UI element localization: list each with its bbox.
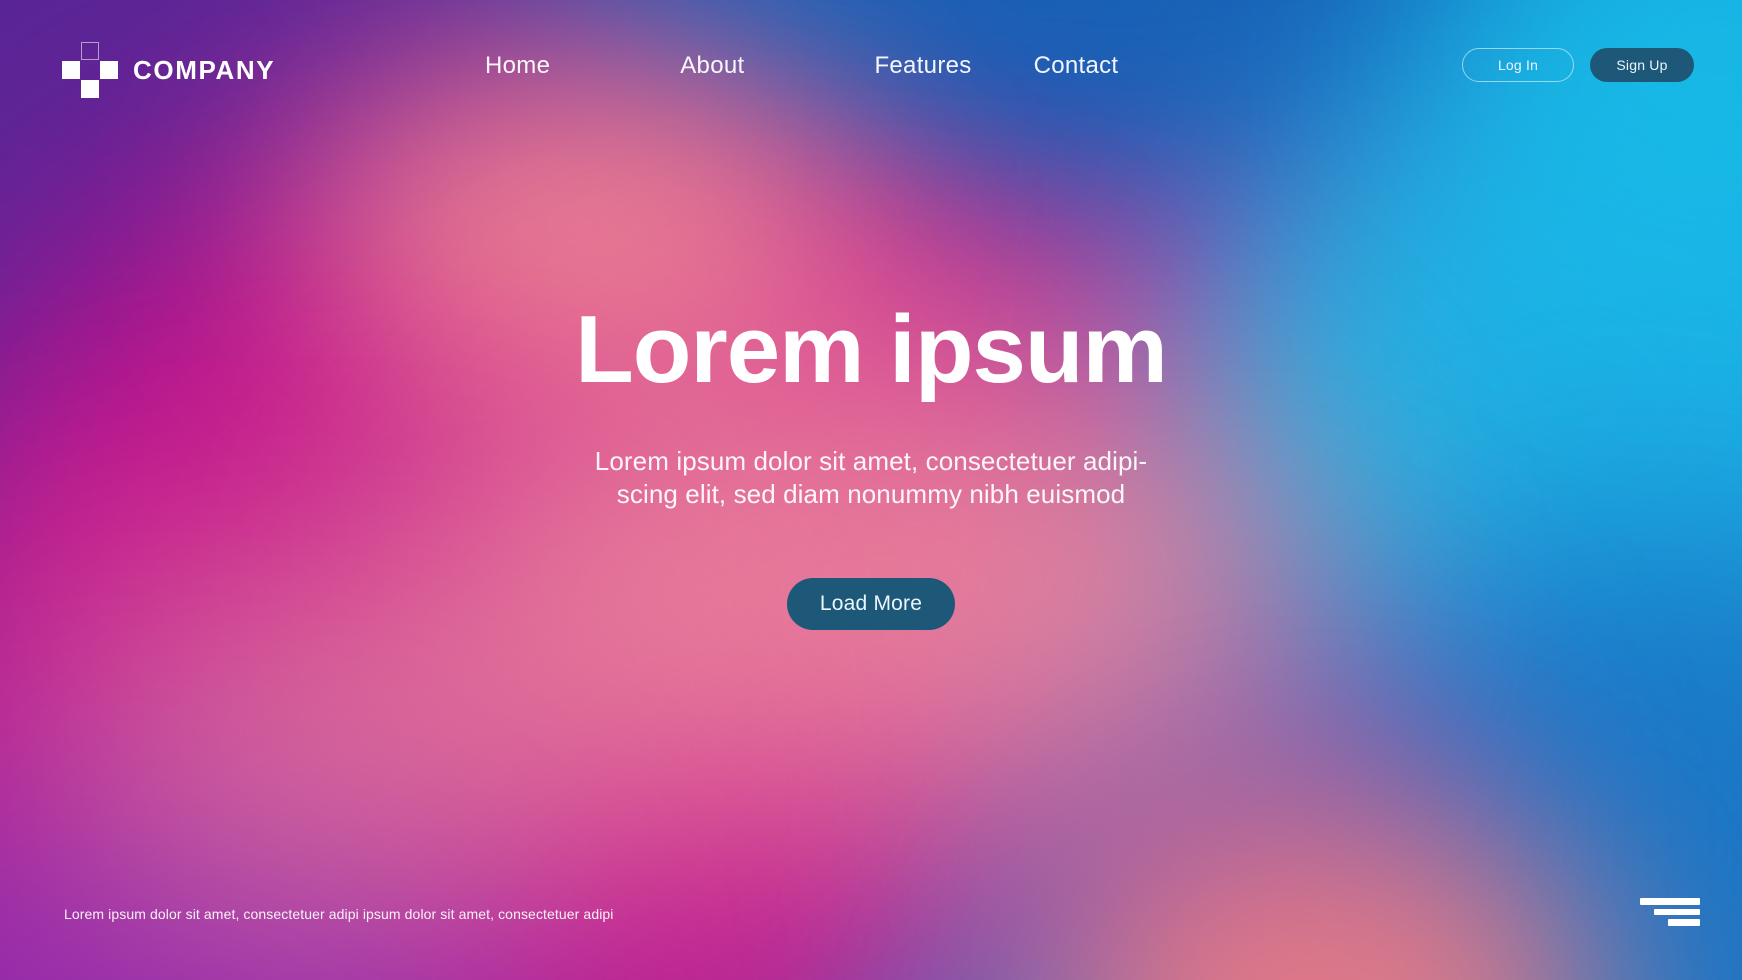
logo-square-bottom [81,80,99,98]
nav-item-features[interactable]: Features [874,48,971,84]
nav-item-contact[interactable]: Contact [1034,48,1119,84]
site-header: COMPANY Home About Features Contact Log … [0,0,1742,128]
main-navigation: Home About Features Contact [485,48,1118,84]
signup-button[interactable]: Sign Up [1590,48,1694,82]
hero-cta-container: Load More [0,578,1742,631]
icon-bar-2 [1654,908,1700,916]
logo-square-right [100,61,118,79]
hero-subtitle-line-1: Lorem ipsum dolor sit amet, consectetuer… [594,445,1148,476]
footer-text: Lorem ipsum dolor sit amet, consectetuer… [64,906,614,922]
icon-bar-3 [1668,919,1700,927]
hero-section: Lorem ipsum Lorem ipsum dolor sit amet, … [0,296,1742,631]
site-footer: Lorem ipsum dolor sit amet, consectetuer… [0,860,1742,980]
hero-title: Lorem ipsum [575,296,1168,403]
plus-squares-logo-icon [62,42,118,98]
hero-subtitle-line-2: scing elit, sed diam nonummy nibh euismo… [616,479,1126,510]
brand-logo[interactable]: COMPANY [62,42,275,98]
load-more-button[interactable]: Load More [787,578,955,631]
nav-item-home[interactable]: Home [485,48,550,84]
nav-item-about[interactable]: About [680,48,744,84]
hero-subtitle: Lorem ipsum dolor sit amet, consectetuer… [0,445,1742,512]
align-right-bars-icon[interactable] [1632,898,1700,927]
login-button[interactable]: Log In [1462,48,1574,82]
auth-actions: Log In Sign Up [1462,48,1694,82]
landing-page: COMPANY Home About Features Contact Log … [0,0,1742,980]
logo-square-left [62,61,80,79]
brand-name: COMPANY [133,54,276,85]
icon-bar-1 [1640,898,1700,905]
logo-square-top [81,42,99,60]
